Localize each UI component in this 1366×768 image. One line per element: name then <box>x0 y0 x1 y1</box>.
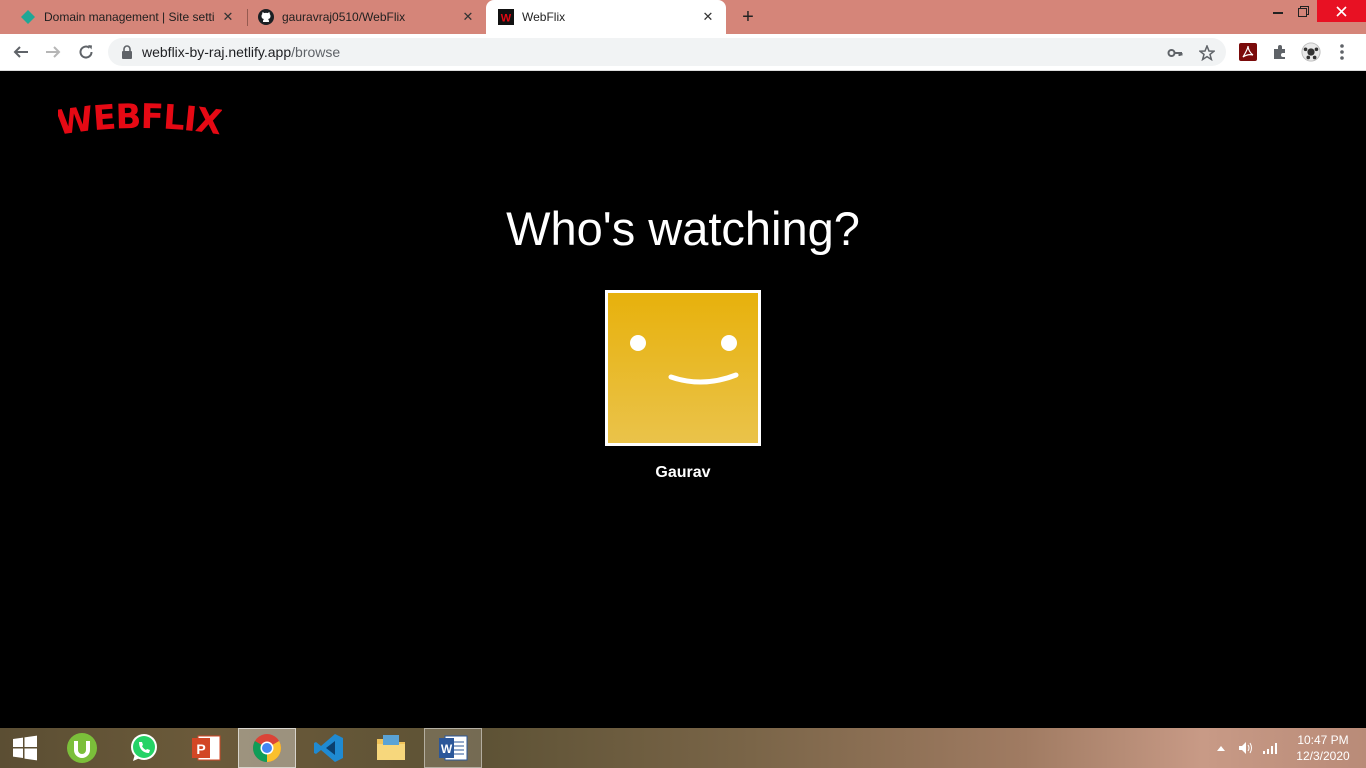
reload-button[interactable] <box>74 40 98 64</box>
svg-text:WEBFLIX: WEBFLIX <box>58 99 222 144</box>
webflix-favicon: W <box>498 9 514 25</box>
clock-date: 12/3/2020 <box>1296 749 1350 763</box>
chrome-icon[interactable] <box>238 728 296 768</box>
profile-avatar-icon[interactable] <box>1301 42 1321 62</box>
github-icon <box>258 9 274 25</box>
vscode-icon[interactable] <box>300 728 358 768</box>
tab-webflix[interactable]: W WebFlix ✕ <box>486 0 726 34</box>
word-icon[interactable]: W <box>424 728 482 768</box>
bookmark-star-icon[interactable] <box>1198 44 1216 62</box>
url-host: webflix-by-raj.netlify.app <box>142 44 292 60</box>
page-heading: Who's watching? <box>506 202 860 255</box>
tab-domain-management[interactable]: Domain management | Site settin ✕ <box>0 0 246 34</box>
utorrent-icon[interactable] <box>53 728 111 768</box>
minimize-button[interactable] <box>1268 0 1288 22</box>
tab-github-repo[interactable]: gauravraj0510/WebFlix ✕ <box>238 0 486 34</box>
webflix-logo[interactable]: WEBFLIX <box>58 99 222 145</box>
powerpoint-icon[interactable]: P <box>177 728 235 768</box>
browser-toolbar: webflix-by-raj.netlify.app/browse <box>0 34 1366 71</box>
tab-title: gauravraj0510/WebFlix <box>282 10 406 24</box>
webflix-page: WEBFLIX Who's watching? Gaurav <box>0 71 1366 728</box>
lock-icon[interactable] <box>120 44 136 60</box>
adobe-pdf-extension-icon[interactable] <box>1238 42 1258 62</box>
network-signal-icon[interactable] <box>1263 728 1281 768</box>
restore-button[interactable] <box>1293 0 1313 22</box>
smiley-face-icon <box>630 335 739 385</box>
tab-title: Domain management | Site settin <box>44 10 214 24</box>
new-tab-button[interactable]: + <box>737 6 759 28</box>
close-tab-icon[interactable]: ✕ <box>220 9 236 25</box>
netlify-diamond-icon <box>20 9 36 25</box>
close-tab-icon[interactable]: ✕ <box>700 9 716 25</box>
file-explorer-icon[interactable] <box>362 728 420 768</box>
key-icon[interactable] <box>1166 44 1184 62</box>
tab-title: WebFlix <box>522 10 566 24</box>
logo-text: WEBFLIX <box>58 99 222 144</box>
volume-icon[interactable] <box>1238 728 1256 768</box>
svg-text:P: P <box>196 741 205 757</box>
svg-text:W: W <box>441 742 453 756</box>
close-window-button[interactable] <box>1317 0 1366 22</box>
clock-time: 10:47 PM <box>1297 733 1349 747</box>
svg-text:W: W <box>501 13 512 25</box>
close-tab-icon[interactable]: ✕ <box>460 9 476 25</box>
show-hidden-icons-icon[interactable] <box>1216 728 1228 768</box>
profile-card-gaurav[interactable] <box>605 290 761 446</box>
address-bar[interactable]: webflix-by-raj.netlify.app/browse <box>108 38 1226 66</box>
browser-tab-strip: Domain management | Site settin ✕ gaurav… <box>0 0 1366 34</box>
windows-start-icon[interactable] <box>0 728 50 768</box>
back-button[interactable] <box>9 40 33 64</box>
system-clock[interactable]: 10:47 PM 12/3/2020 <box>1290 732 1356 764</box>
profile-name[interactable]: Gaurav <box>583 464 783 482</box>
url-text: webflix-by-raj.netlify.app/browse <box>142 44 340 60</box>
windows-taskbar: P W 10:47 PM 12/3/2020 <box>0 728 1366 768</box>
extensions-puzzle-icon[interactable] <box>1270 42 1290 62</box>
url-path: /browse <box>291 44 341 60</box>
forward-button[interactable] <box>41 40 65 64</box>
chrome-menu-icon[interactable] <box>1332 42 1352 62</box>
whatsapp-icon[interactable] <box>115 728 173 768</box>
